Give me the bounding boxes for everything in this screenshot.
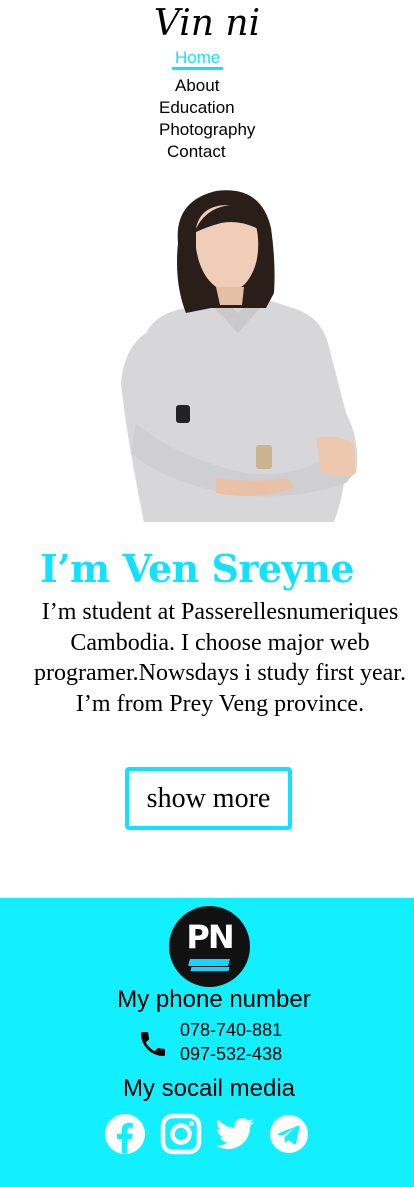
phone-title: My phone number bbox=[117, 986, 311, 1013]
nav-about[interactable]: About bbox=[175, 75, 219, 97]
site-logo[interactable]: Vin ni bbox=[0, 2, 414, 46]
nav-home[interactable]: Home bbox=[175, 47, 220, 69]
pn-logo-text: PN bbox=[186, 918, 234, 956]
twitter-icon[interactable] bbox=[214, 1113, 256, 1155]
phone-icon bbox=[137, 1026, 169, 1062]
telegram-icon[interactable] bbox=[268, 1113, 310, 1155]
facebook-icon[interactable] bbox=[104, 1113, 146, 1155]
phone-number-1[interactable]: 078-740-881 bbox=[180, 1019, 282, 1041]
portrait-photo bbox=[116, 183, 361, 522]
pn-logo: PN bbox=[169, 906, 250, 987]
instagram-icon[interactable] bbox=[160, 1113, 202, 1155]
social-title: My socail media bbox=[122, 1075, 296, 1102]
nav-education[interactable]: Education bbox=[159, 97, 235, 119]
phone-number-2[interactable]: 097-532-438 bbox=[180, 1043, 282, 1065]
nav-contact[interactable]: Contact bbox=[167, 141, 226, 163]
hero-bio: I’m student at Passerellesnumeriques Cam… bbox=[34, 599, 406, 717]
hero-name: I’m Ven Sreyne bbox=[40, 546, 355, 591]
nav-active-underline bbox=[172, 67, 223, 70]
show-more-button[interactable]: show more bbox=[125, 767, 292, 830]
footer: PN My phone number 078-740-881 097-532-4… bbox=[0, 898, 414, 1187]
nav-photography[interactable]: Photography bbox=[159, 119, 255, 141]
